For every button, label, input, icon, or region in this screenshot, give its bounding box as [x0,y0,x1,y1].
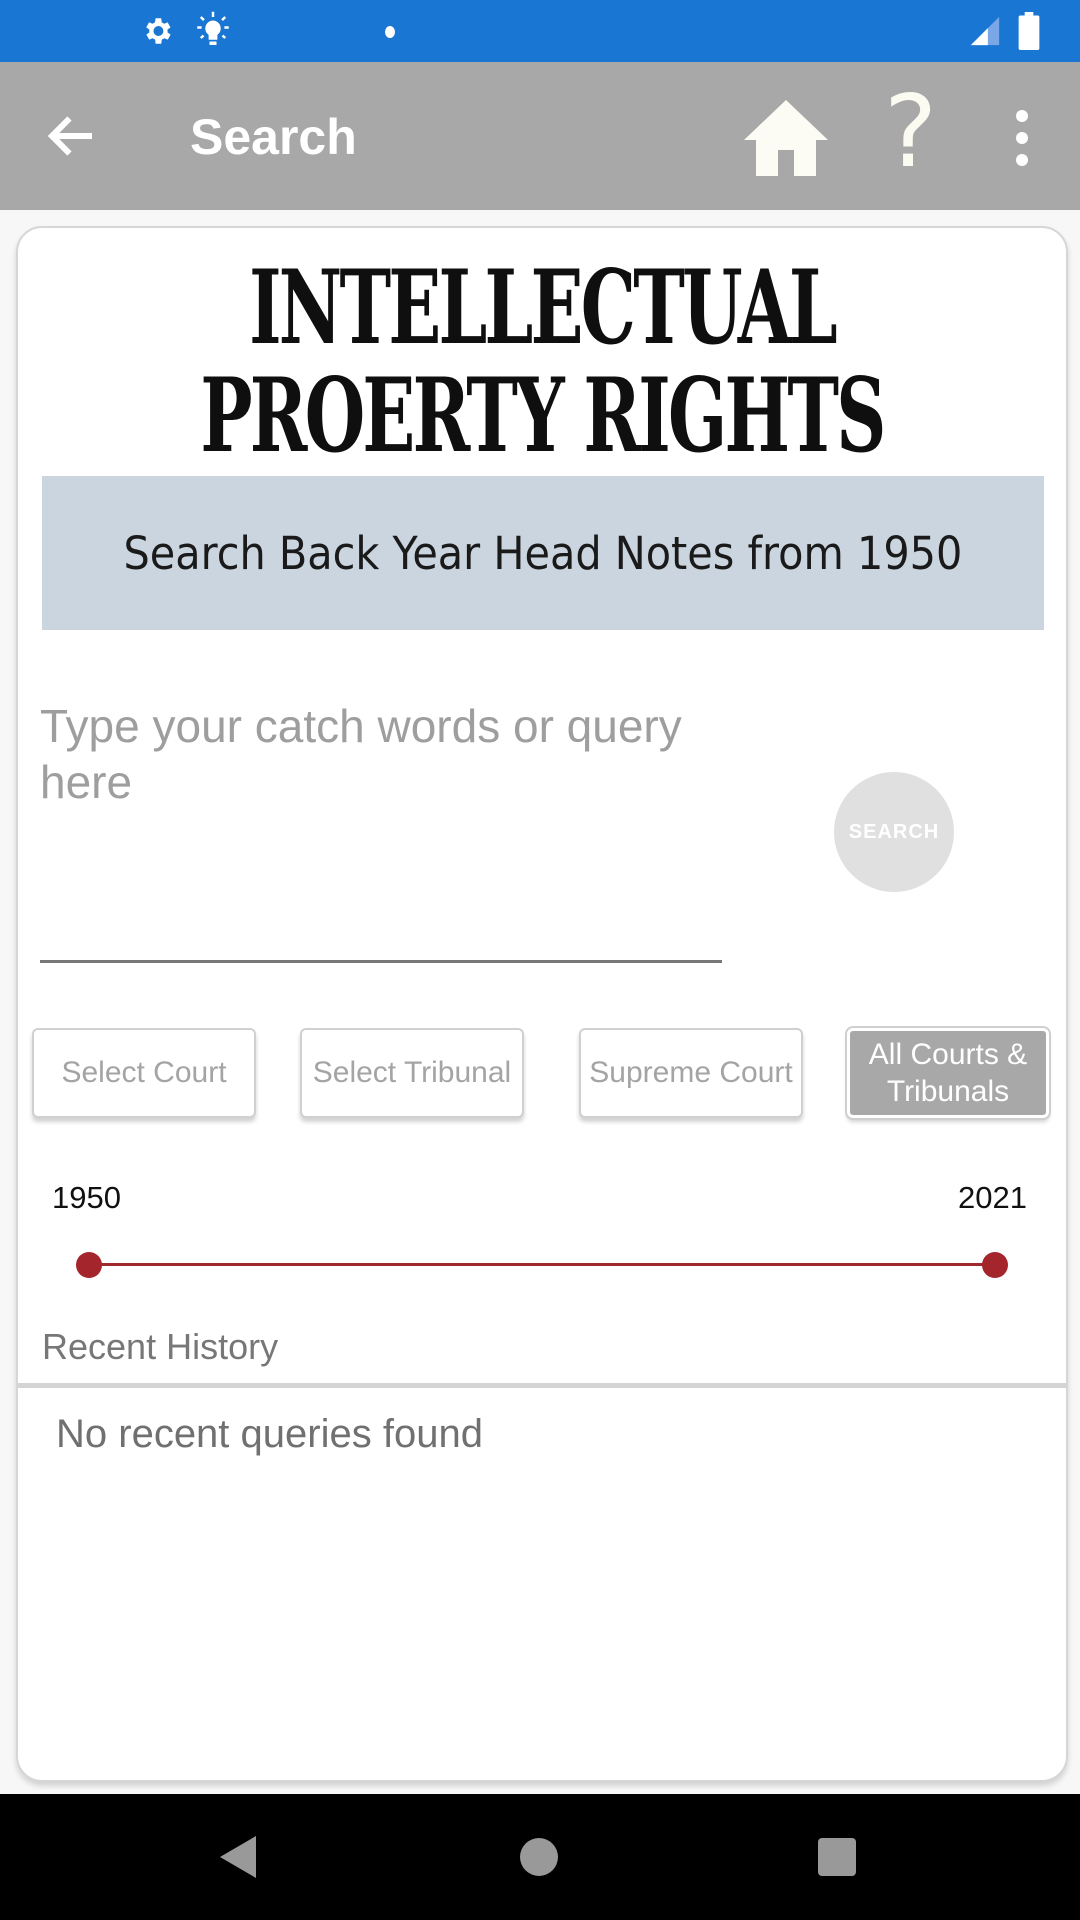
brightness-icon [197,11,229,45]
supreme-court-button[interactable]: Supreme Court [579,1028,803,1118]
app-bar: Search ? [0,62,1080,210]
arrow-left-icon[interactable] [42,106,102,166]
query-input[interactable] [40,698,722,850]
signal-icon [970,16,1000,46]
home-nav-icon[interactable] [518,1836,560,1878]
search-card: INTELLECTUAL PROERTY RIGHTS Search Back … [16,226,1068,1782]
home-icon[interactable] [742,98,830,178]
help-icon[interactable]: ? [884,82,937,182]
search-button[interactable]: SEARCH [834,772,954,892]
settings-icon [146,18,171,44]
year-max-label: 2021 [958,1180,1027,1215]
recent-history-title: Recent History [42,1326,279,1367]
status-bar [0,0,1080,62]
select-court-button[interactable]: Select Court [32,1028,256,1118]
notification-dot-icon [385,26,395,38]
year-range-start-thumb[interactable] [76,1252,102,1278]
recents-nav-icon[interactable] [816,1836,858,1878]
more-vert-icon[interactable] [1000,106,1044,170]
page-title: Search [190,109,357,165]
info-banner: Search Back Year Head Notes from 1950 [42,476,1044,630]
brand-line-1: INTELLECTUAL [249,248,838,368]
year-range-slider-track[interactable] [88,1263,994,1266]
recent-history-divider [18,1383,1066,1388]
year-min-label: 1950 [52,1180,121,1215]
battery-icon [1018,12,1040,50]
all-courts-tribunals-button[interactable]: All Courts & Tribunals [845,1026,1051,1120]
brand-logo: INTELLECTUAL PROERTY RIGHTS [186,254,899,470]
system-nav-bar [0,1794,1080,1920]
banner-text: Search Back Year Head Notes from 1950 [123,526,963,580]
query-input-underline [40,960,722,963]
year-range-end-thumb[interactable] [982,1252,1008,1278]
recent-history-empty: No recent queries found [56,1412,483,1456]
select-tribunal-button[interactable]: Select Tribunal [300,1028,524,1118]
back-nav-icon[interactable] [216,1834,260,1880]
brand-line-2: PROERTY RIGHTS [200,356,886,476]
